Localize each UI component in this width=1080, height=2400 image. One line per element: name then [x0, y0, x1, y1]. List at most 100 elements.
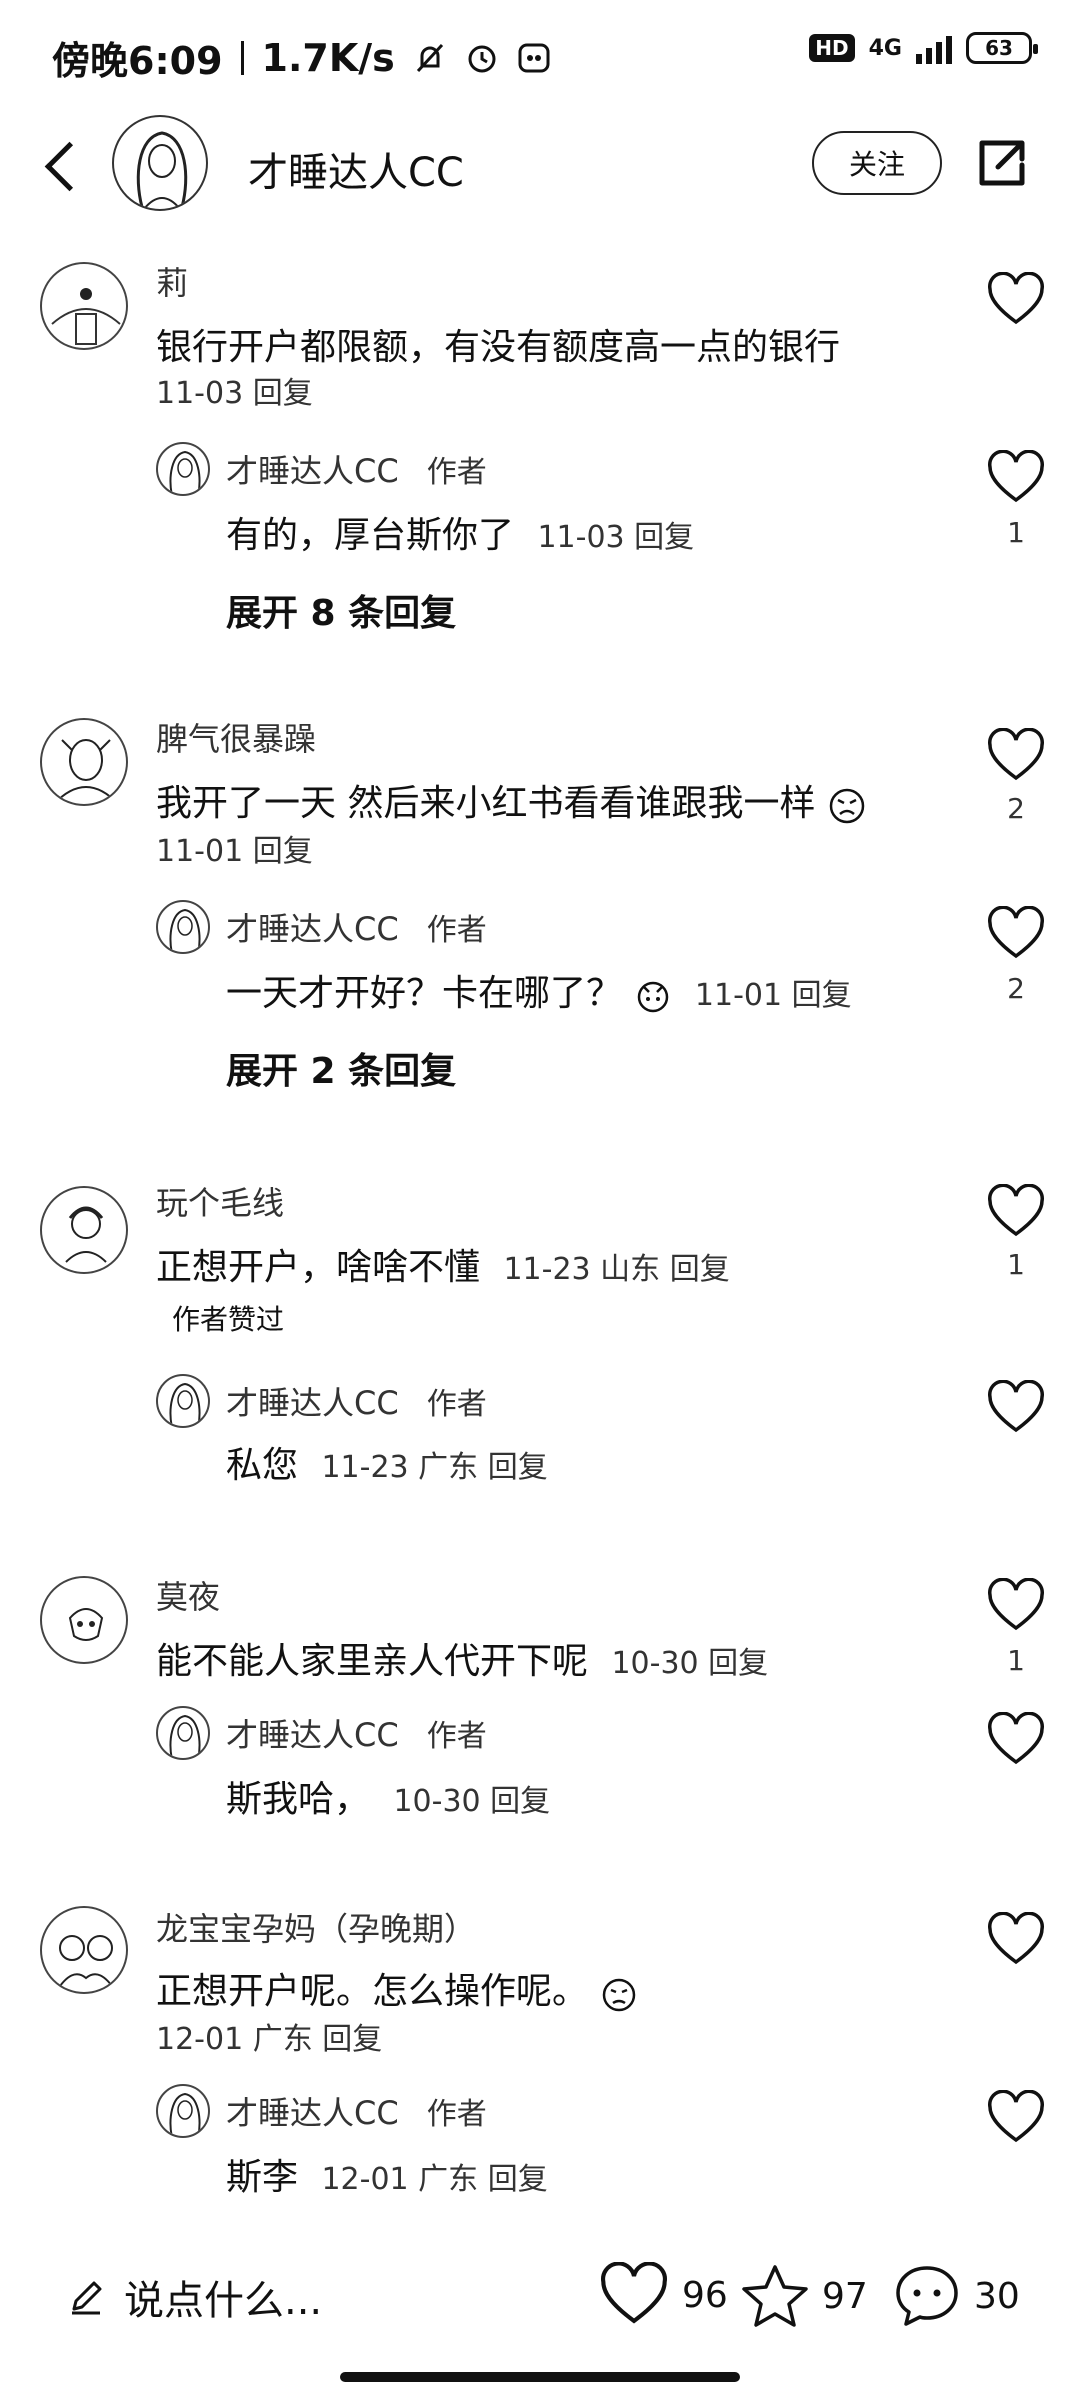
- comment-meta[interactable]: 12-01 广东 回复: [156, 2014, 382, 2058]
- reply-text[interactable]: 一天才开好？卡在哪了？: [226, 973, 622, 1014]
- author-tag: 作者: [426, 455, 487, 490]
- status-divider: [240, 40, 244, 75]
- heart-icon[interactable]: [986, 1184, 1046, 1240]
- comment-input[interactable]: 说点什么...: [66, 2268, 322, 2326]
- heart-icon[interactable]: [598, 2262, 670, 2328]
- comment-body[interactable]: 正想开户，啥啥不懂 11-23 山东 回复: [156, 1238, 730, 1290]
- expand-replies-button[interactable]: 展开 8 条回复: [226, 584, 456, 636]
- like-count: 1: [1007, 516, 1025, 549]
- reply-body[interactable]: 斯李 12-01 广东 回复: [226, 2148, 548, 2200]
- reply-name[interactable]: 才睡达人CC: [226, 1716, 399, 1754]
- comment-text[interactable]: 能不能人家里亲人代开下呢: [156, 1641, 588, 1682]
- reply-name[interactable]: 才睡达人CC: [226, 1384, 399, 1422]
- comment-text[interactable]: 正想开户，啥啥不懂: [156, 1247, 480, 1288]
- reply-avatar[interactable]: [156, 1706, 210, 1760]
- comment-meta[interactable]: 10-30 回复: [611, 1646, 768, 1681]
- reply-meta[interactable]: 11-03 回复: [537, 520, 694, 555]
- commenter-name[interactable]: 玩个毛线: [156, 1178, 284, 1224]
- collect-stat[interactable]: 97: [740, 2262, 868, 2330]
- author-tag: 作者: [426, 2097, 487, 2132]
- comment-meta[interactable]: 11-01 回复: [156, 826, 313, 870]
- reply-body[interactable]: 斯我哈， 10-30 回复: [226, 1770, 550, 1822]
- reply-body[interactable]: 有的，厚台斯你了 11-03 回复: [226, 506, 694, 558]
- commenter-avatar[interactable]: [40, 262, 128, 350]
- back-arrow-icon[interactable]: [40, 137, 84, 193]
- comment-text[interactable]: 我开了一天 然后来小红书看看谁跟我一样: [156, 783, 815, 824]
- reply-author: 才睡达人CC 作者: [226, 2088, 487, 2134]
- comment-total: 30: [974, 2275, 1020, 2317]
- comment-body[interactable]: 我开了一天 然后来小红书看看谁跟我一样: [156, 774, 867, 826]
- reply-meta[interactable]: 11-23 广东 回复: [321, 1450, 547, 1485]
- author-avatar[interactable]: [112, 115, 208, 211]
- author-tag: 作者: [426, 1387, 487, 1422]
- battery-icon: 63: [966, 32, 1038, 64]
- mute-bell-icon: [416, 43, 443, 72]
- commenter-name[interactable]: 莉: [156, 258, 188, 304]
- reply-text[interactable]: 斯李: [226, 2157, 298, 2198]
- heart-icon[interactable]: [986, 272, 1046, 328]
- commenter-name[interactable]: 龙宝宝孕妈（孕晚期）: [156, 1904, 476, 1950]
- signal-icon: [916, 32, 952, 64]
- like-count: 2: [1007, 792, 1025, 825]
- reply-text[interactable]: 私您: [226, 1445, 298, 1486]
- commenter-avatar[interactable]: [40, 1576, 128, 1664]
- reply-body[interactable]: 一天才开好？卡在哪了？ 11-01 回复: [226, 964, 852, 1016]
- reply-text[interactable]: 斯我哈，: [226, 1779, 370, 1820]
- heart-icon[interactable]: [986, 450, 1046, 506]
- commenter-avatar[interactable]: [40, 1906, 128, 1994]
- app-notification-icon: [518, 43, 550, 72]
- comment-placeholder[interactable]: 说点什么...: [124, 2268, 322, 2326]
- commenter-avatar[interactable]: [40, 1186, 128, 1274]
- author-tag: 作者: [426, 913, 487, 948]
- share-icon[interactable]: [974, 135, 1030, 191]
- reply-meta[interactable]: 11-01 回复: [695, 978, 852, 1013]
- commenter-avatar[interactable]: [40, 718, 128, 806]
- commenter-name[interactable]: 脾气很暴躁: [156, 714, 316, 760]
- reply-name[interactable]: 才睡达人CC: [226, 452, 399, 490]
- reply-author: 才睡达人CC 作者: [226, 1710, 487, 1756]
- crying-emoji-icon: [603, 1978, 636, 2012]
- comment-text[interactable]: 正想开户呢。怎么操作呢。: [156, 1971, 588, 2012]
- reply-meta[interactable]: 12-01 广东 回复: [321, 2162, 547, 2197]
- heart-icon[interactable]: [986, 1380, 1046, 1436]
- like-count: 2: [1007, 972, 1025, 1005]
- reply-meta[interactable]: 10-30 回复: [393, 1784, 550, 1819]
- comment-meta[interactable]: 11-23 山东 回复: [503, 1252, 729, 1287]
- commenter-name[interactable]: 莫夜: [156, 1572, 220, 1618]
- author-name[interactable]: 才睡达人CC: [248, 140, 464, 198]
- chat-bubble-icon[interactable]: [892, 2262, 962, 2330]
- comment-body[interactable]: 正想开户呢。怎么操作呢。: [156, 1962, 639, 2014]
- heart-icon[interactable]: [986, 1712, 1046, 1768]
- expand-replies-button[interactable]: 展开 2 条回复: [226, 1042, 456, 1094]
- heart-icon[interactable]: [986, 1578, 1046, 1634]
- heart-icon[interactable]: [986, 728, 1046, 784]
- reply-text[interactable]: 有的，厚台斯你了: [226, 515, 514, 556]
- like-total: 96: [682, 2274, 728, 2316]
- reply-avatar[interactable]: [156, 2084, 210, 2138]
- alarm-icon: [468, 45, 496, 72]
- comment-stat[interactable]: 30: [892, 2262, 1020, 2330]
- reply-name[interactable]: 才睡达人CC: [226, 2094, 399, 2132]
- follow-button[interactable]: 关注: [812, 131, 942, 195]
- reply-avatar[interactable]: [156, 900, 210, 954]
- star-icon[interactable]: [740, 2262, 810, 2330]
- comment-text[interactable]: 银行开户都限额，有没有额度高一点的银行: [156, 318, 840, 370]
- like-stat[interactable]: 96: [598, 2262, 728, 2328]
- heart-icon[interactable]: [986, 2090, 1046, 2146]
- hd-badge: HD: [809, 34, 855, 62]
- reply-name[interactable]: 才睡达人CC: [226, 910, 399, 948]
- bottom-action-bar: 说点什么... 96 97 30: [0, 2240, 1080, 2340]
- sticker-emoji-icon: [638, 981, 669, 1013]
- author-liked-badge: 作者赞过: [172, 1303, 285, 1336]
- comment-meta[interactable]: 11-03 回复: [156, 368, 313, 412]
- like-count: 1: [1007, 1644, 1025, 1677]
- comment-body[interactable]: 能不能人家里亲人代开下呢 10-30 回复: [156, 1632, 768, 1684]
- status-bar: 傍晚6:09 1.7K/s HD 4G 63: [0, 0, 1080, 110]
- reply-body[interactable]: 私您 11-23 广东 回复: [226, 1436, 548, 1488]
- heart-icon[interactable]: [986, 906, 1046, 962]
- reply-avatar[interactable]: [156, 442, 210, 496]
- reply-avatar[interactable]: [156, 1374, 210, 1428]
- home-indicator[interactable]: [340, 2372, 740, 2382]
- heart-icon[interactable]: [986, 1912, 1046, 1968]
- network-type: 4G: [868, 35, 902, 61]
